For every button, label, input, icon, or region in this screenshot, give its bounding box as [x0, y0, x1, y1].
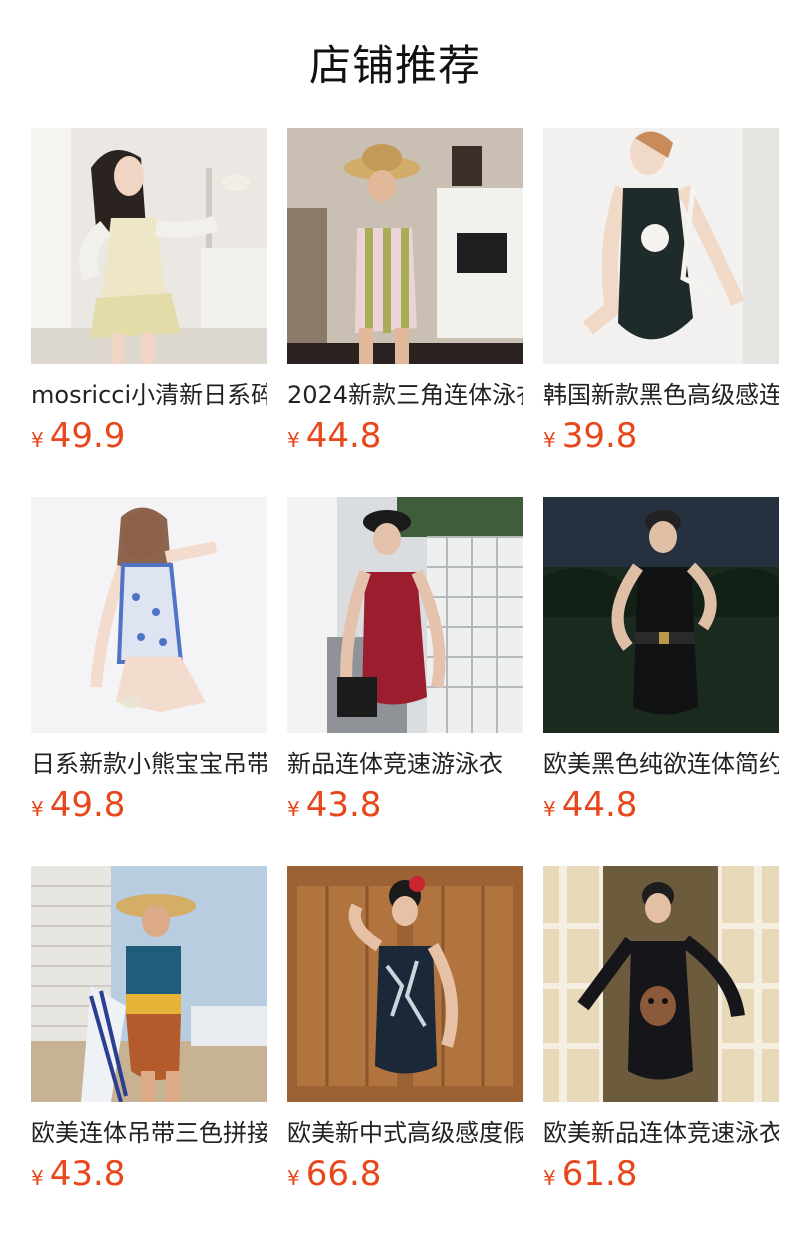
currency-symbol: ¥	[543, 1166, 556, 1190]
product-image[interactable]	[287, 128, 523, 364]
price-value: 66.8	[305, 1154, 382, 1194]
currency-symbol: ¥	[287, 1166, 300, 1190]
product-card[interactable]: 新品连体竞速游泳衣 ¥43.8	[287, 497, 523, 866]
currency-symbol: ¥	[31, 797, 44, 821]
product-image[interactable]	[31, 866, 267, 1102]
currency-symbol: ¥	[543, 428, 556, 452]
product-image[interactable]	[287, 497, 523, 733]
product-name[interactable]: 2024新款三角连体泳衣条纹	[287, 380, 523, 410]
product-name[interactable]: 欧美黑色纯欲连体简约泳衣	[543, 749, 779, 779]
product-image[interactable]	[287, 866, 523, 1102]
currency-symbol: ¥	[543, 797, 556, 821]
currency-symbol: ¥	[287, 797, 300, 821]
product-name[interactable]: 新品连体竞速游泳衣	[287, 749, 523, 779]
product-name[interactable]: 欧美连体吊带三色拼接泳衣	[31, 1118, 267, 1148]
currency-symbol: ¥	[31, 1166, 44, 1190]
product-name[interactable]: 欧美新品连体竞速泳衣长袖	[543, 1118, 779, 1148]
product-price: ¥39.8	[543, 414, 779, 458]
price-value: 43.8	[49, 1154, 126, 1194]
product-card[interactable]: 欧美新中式高级感度假泳衣 ¥66.8	[287, 866, 523, 1235]
product-price: ¥61.8	[543, 1152, 779, 1196]
product-image[interactable]	[31, 128, 267, 364]
product-image[interactable]	[543, 497, 779, 733]
product-price: ¥49.8	[31, 783, 267, 827]
product-grid: mosricci小清新日系碎花连体泳衣 ¥49.9	[31, 128, 779, 1235]
product-card[interactable]: mosricci小清新日系碎花连体泳衣 ¥49.9	[31, 128, 267, 497]
product-card[interactable]: 2024新款三角连体泳衣条纹 ¥44.8	[287, 128, 523, 497]
product-card[interactable]: 欧美黑色纯欲连体简约泳衣 ¥44.8	[543, 497, 779, 866]
product-card[interactable]: 韩国新款黑色高级感连体泳衣 ¥39.8	[543, 128, 779, 497]
product-price: ¥44.8	[543, 783, 779, 827]
price-value: 44.8	[305, 416, 382, 456]
product-name[interactable]: 韩国新款黑色高级感连体泳衣	[543, 380, 779, 410]
product-price: ¥43.8	[31, 1152, 267, 1196]
price-value: 39.8	[561, 416, 638, 456]
product-price: ¥43.8	[287, 783, 523, 827]
product-name[interactable]: 日系新款小熊宝宝吊带泳衣	[31, 749, 267, 779]
product-name[interactable]: mosricci小清新日系碎花连体泳衣	[31, 380, 267, 410]
currency-symbol: ¥	[287, 428, 300, 452]
price-value: 61.8	[561, 1154, 638, 1194]
product-image[interactable]	[543, 128, 779, 364]
product-card[interactable]: 欧美新品连体竞速泳衣长袖 ¥61.8	[543, 866, 779, 1235]
price-value: 43.8	[305, 785, 382, 825]
price-value: 44.8	[561, 785, 638, 825]
product-price: ¥49.9	[31, 414, 267, 458]
price-value: 49.9	[49, 416, 126, 456]
price-value: 49.8	[49, 785, 126, 825]
product-card[interactable]: 日系新款小熊宝宝吊带泳衣 ¥49.8	[31, 497, 267, 866]
page-title: 店铺推荐	[308, 41, 481, 90]
currency-symbol: ¥	[31, 428, 44, 452]
product-card[interactable]: 欧美连体吊带三色拼接泳衣 ¥43.8	[31, 866, 267, 1235]
product-image[interactable]	[543, 866, 779, 1102]
product-image[interactable]	[31, 497, 267, 733]
product-price: ¥44.8	[287, 414, 523, 458]
product-name[interactable]: 欧美新中式高级感度假泳衣	[287, 1118, 523, 1148]
product-price: ¥66.8	[287, 1152, 523, 1196]
